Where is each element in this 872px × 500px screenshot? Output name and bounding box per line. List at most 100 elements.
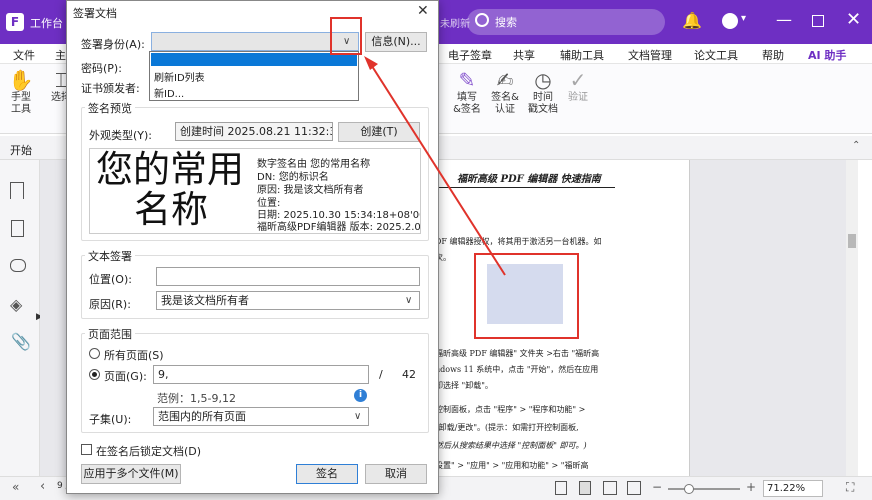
left-navigation-panel: ◈ 📎 ▶ bbox=[0, 160, 43, 476]
menu-file[interactable]: 文件 bbox=[13, 47, 35, 63]
sync-hint: 未刷新 bbox=[440, 19, 470, 30]
page-total: 42 bbox=[402, 368, 416, 381]
dropdown-selected-row[interactable] bbox=[151, 53, 357, 66]
info-button[interactable]: 信息(N)... bbox=[365, 32, 427, 52]
menu-e-seal[interactable]: 电子签章 bbox=[448, 47, 492, 63]
pages-icon[interactable] bbox=[11, 220, 24, 237]
highlight-box-dropdown bbox=[330, 17, 362, 55]
identity-dropdown-list: 刷新ID列表 新ID... bbox=[149, 51, 359, 101]
fullscreen-icon[interactable]: ⛶ bbox=[846, 480, 854, 495]
timestamp-button[interactable]: ◷ 时间 戳文档 bbox=[526, 68, 560, 124]
sign-document-dialog: 签署文档 ✕ 签署身份(A): ∨ 信息(N)... 刷新ID列表 新ID...… bbox=[66, 0, 439, 494]
search-placeholder: 搜索 bbox=[495, 16, 517, 29]
apply-multiple-button[interactable]: 应用于多个文件(M) bbox=[81, 464, 181, 484]
menu-tools[interactable]: 辅助工具 bbox=[560, 47, 604, 63]
zoom-value: 71.22% bbox=[767, 483, 806, 494]
attachment-icon[interactable]: 📎 bbox=[11, 332, 31, 351]
two-page-icon[interactable] bbox=[603, 481, 617, 495]
identity-select[interactable]: ∨ bbox=[151, 32, 359, 51]
user-icon[interactable] bbox=[722, 13, 738, 29]
minimize-icon[interactable]: — bbox=[776, 10, 792, 29]
hand-tool-button[interactable]: ✋ 手型 工具 bbox=[6, 68, 36, 124]
zoom-field[interactable]: 71.22% bbox=[763, 480, 823, 497]
doc-line: 福昕高级 PDF 编辑器" 文件夹 >右击 "福昕高 bbox=[435, 349, 600, 358]
tab-start[interactable]: 开始 bbox=[10, 142, 32, 158]
verify-label: 验证 bbox=[568, 92, 588, 103]
chevron-left-icon[interactable]: ‹ bbox=[40, 479, 45, 494]
chevron-double-left-icon[interactable]: « bbox=[12, 480, 19, 494]
menu-doc-manage[interactable]: 文档管理 bbox=[628, 47, 672, 63]
location-label: 位置(O): bbox=[89, 273, 132, 286]
all-pages-radio[interactable] bbox=[89, 348, 100, 359]
create-button[interactable]: 创建(T) bbox=[338, 122, 420, 142]
menu-thesis[interactable]: 论文工具 bbox=[694, 47, 738, 63]
maximize-icon[interactable] bbox=[812, 15, 824, 27]
page-input[interactable]: 9, bbox=[153, 365, 369, 384]
doc-line: 设置" > "应用" > "应用和功能" > "福昕高 bbox=[435, 461, 589, 470]
chevron-down-icon[interactable]: ▾ bbox=[741, 13, 746, 24]
dialog-title: 签署文档 bbox=[73, 7, 117, 20]
doc-line: DF 编辑器授权，将其用于激活另一台机器。如 bbox=[435, 237, 602, 246]
reason-label: 原因(R): bbox=[89, 298, 131, 311]
fill-sign-label: 填写 &签名 bbox=[453, 92, 481, 115]
fill-sign-button[interactable]: ✎ 填写 &签名 bbox=[452, 68, 482, 124]
lock-checkbox[interactable] bbox=[81, 444, 92, 455]
page-label: 页面(G): bbox=[104, 370, 147, 383]
scrollbar-thumb[interactable] bbox=[848, 234, 856, 248]
all-pages-label: 所有页面(S) bbox=[104, 349, 164, 362]
menu-ai[interactable]: AI 助手 bbox=[808, 47, 846, 63]
workspace-tab[interactable]: 工作台 bbox=[30, 15, 63, 31]
view-mode-icons bbox=[555, 480, 645, 496]
page-radio[interactable] bbox=[89, 369, 100, 380]
chevron-up-icon[interactable]: ⌃ bbox=[852, 140, 860, 151]
dialog-close-icon[interactable]: ✕ bbox=[417, 3, 429, 19]
doc-header: 福昕高级 PDF 编辑器 快速指南 bbox=[457, 174, 601, 185]
dropdown-item-new-id[interactable]: 新ID... bbox=[154, 85, 184, 100]
page-radio-dot bbox=[92, 372, 97, 377]
doc-line: 控制面板，点击 "程序" > "程序和功能" > bbox=[435, 405, 586, 414]
bell-icon[interactable]: 🔔 bbox=[682, 11, 702, 30]
dropdown-item-refresh[interactable]: 刷新ID列表 bbox=[154, 69, 205, 84]
hand-tool-label: 手型 工具 bbox=[11, 92, 31, 115]
continuous-page-icon[interactable] bbox=[579, 481, 591, 495]
single-page-icon[interactable] bbox=[555, 481, 567, 495]
doc-header-rule bbox=[435, 187, 615, 188]
sign-auth-label: 签名& 认证 bbox=[491, 92, 519, 115]
reason-value: 我是该文档所有者 bbox=[161, 294, 249, 307]
search-icon bbox=[475, 13, 489, 27]
zoom-slider[interactable] bbox=[668, 484, 740, 494]
location-input[interactable] bbox=[156, 267, 420, 286]
menu-help[interactable]: 帮助 bbox=[762, 47, 784, 63]
signature-preview-title: 签名预览 bbox=[85, 100, 135, 116]
pen-icon: ✎ bbox=[458, 68, 476, 92]
appearance-label: 外观类型(Y): bbox=[89, 129, 153, 142]
cancel-button[interactable]: 取消 bbox=[365, 464, 427, 484]
doc-line: ndows 11 系统中，点击 "开始"，然后在应用 bbox=[435, 365, 599, 374]
menu-share[interactable]: 共享 bbox=[513, 47, 535, 63]
two-page-continuous-icon[interactable] bbox=[627, 481, 641, 495]
vertical-scrollbar[interactable] bbox=[846, 160, 858, 476]
bookmark-icon[interactable] bbox=[10, 182, 24, 199]
zoom-in-icon[interactable]: + bbox=[746, 480, 756, 494]
comment-icon[interactable] bbox=[10, 259, 26, 272]
sign-auth-button[interactable]: ✍ 签名& 认证 bbox=[488, 68, 522, 124]
range-hint: 范例：1,5-9,12 bbox=[157, 392, 236, 405]
identity-label: 签署身份(A): bbox=[81, 38, 145, 51]
appearance-value: 创建时间 2025.08.21 11:32:35 bbox=[180, 125, 333, 138]
preview-name-line2: 名称 bbox=[134, 188, 208, 231]
doc-line: "卸载/更改"。(提示：如需打开控制面板, bbox=[435, 423, 579, 432]
sign-button[interactable]: 签名 bbox=[296, 464, 358, 484]
zoom-slider-thumb[interactable] bbox=[684, 484, 694, 494]
info-icon[interactable]: i bbox=[354, 389, 367, 402]
subset-select[interactable]: 范围内的所有页面 ∨ bbox=[153, 407, 369, 426]
verify-button[interactable]: ✓ 验证 bbox=[563, 68, 593, 124]
preview-name-line1: 您的常用 bbox=[96, 148, 244, 191]
signature-icon: ✍ bbox=[496, 68, 514, 92]
close-icon[interactable]: ✕ bbox=[846, 9, 861, 30]
layers-icon[interactable]: ◈ bbox=[10, 295, 22, 314]
search-box[interactable]: 搜索 bbox=[467, 9, 665, 35]
doc-line: 卸选择 "卸载"。 bbox=[435, 381, 493, 390]
reason-select[interactable]: 我是该文档所有者 ∨ bbox=[156, 291, 420, 310]
appearance-select[interactable]: 创建时间 2025.08.21 11:32:35 bbox=[175, 122, 333, 141]
zoom-out-icon[interactable]: − bbox=[652, 480, 662, 494]
